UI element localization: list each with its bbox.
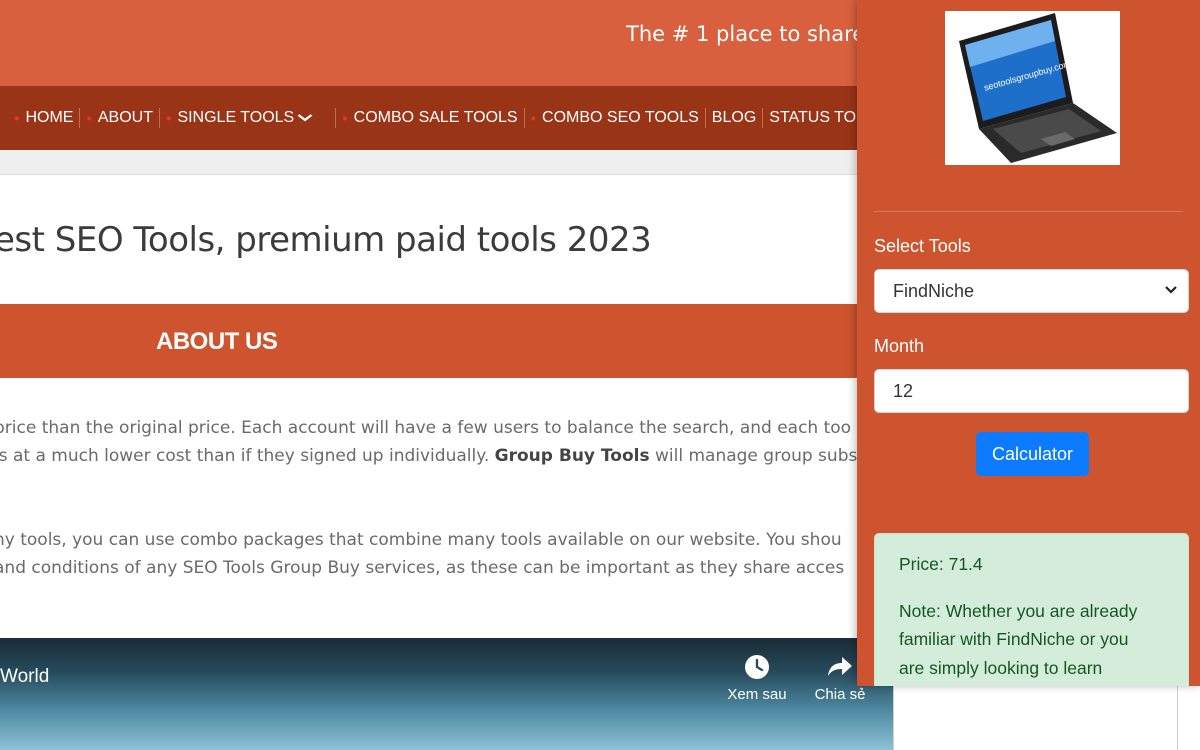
watch-later-button[interactable]: Xem sau [717, 654, 797, 703]
share-label: Chia sẻ [814, 686, 866, 703]
laptop-logo: seotoolsgroupbuy.com [945, 11, 1120, 165]
bullet-dot-icon: ● [166, 113, 172, 123]
popup-divider [874, 211, 1183, 212]
about-paragraph-2: ny tools, you can use combo packages tha… [0, 526, 844, 582]
bullet-dot-icon: ● [86, 113, 92, 123]
nav-item-home[interactable]: ● HOME [8, 108, 81, 128]
about-paragraph-1: price than the original price. Each acco… [0, 414, 857, 470]
video-title: World [0, 666, 50, 687]
nav-item-label: COMBO SALE TOOLS [353, 109, 518, 126]
nav-item-label: STATUS TO [769, 109, 857, 126]
nav-item-label: COMBO SEO TOOLS [542, 109, 699, 126]
extension-popup: seotoolsgroupbuy.com Select Tools FindNi… [857, 0, 1200, 686]
share-arrow-icon [828, 657, 852, 676]
selected-tool-value: FindNiche [893, 280, 975, 301]
price-result-box: Price: 71.4 Note: Whether you are alread… [874, 533, 1189, 686]
nav-item-label: ABOUT [97, 109, 153, 126]
note-line: Note: Whether you are already [899, 600, 1138, 621]
group-buy-tools-bold: Group Buy Tools [494, 446, 650, 466]
month-input[interactable]: 12 [874, 369, 1189, 413]
select-tools-label: Select Tools [874, 236, 971, 256]
nav-item-label: SINGLE TOOLS [177, 109, 295, 126]
bullet-dot-icon: ● [14, 113, 20, 123]
nav-item-single-tools[interactable]: ● SINGLE TOOLS [160, 108, 337, 128]
chevron-down-icon [1165, 286, 1177, 294]
nav-item-label: HOME [25, 109, 74, 126]
nav-item-blog[interactable]: BLOG [706, 108, 764, 128]
month-value: 12 [893, 380, 914, 401]
page-title: est SEO Tools, premium paid tools 2023 [0, 220, 652, 260]
embedded-video[interactable]: World Xem sau Chia sẻ [0, 638, 893, 750]
nav-list: ● HOME ● ABOUT ● SINGLE TOOLS ● COMBO SA… [8, 86, 862, 150]
month-label: Month [874, 336, 925, 356]
paragraph-line: price than the original price. Each acco… [0, 418, 852, 438]
chevron-down-icon [297, 114, 313, 122]
bullet-dot-icon: ● [342, 113, 348, 123]
nav-item-about[interactable]: ● ABOUT [80, 108, 160, 128]
nav-item-label: BLOG [711, 109, 757, 126]
watch-later-label: Xem sau [727, 686, 787, 703]
price-text: Price: 71.4 [899, 554, 983, 574]
paragraph-line: and conditions of any SEO Tools Group Bu… [0, 558, 845, 578]
note-line: are simply looking to learn [899, 657, 1103, 678]
paragraph-line: ls at a much lower cost than if they sig… [0, 446, 858, 466]
browser-page: The # 1 place to share SE ● HOME ● ABOUT… [0, 0, 1200, 750]
nav-item-status-tools[interactable]: STATUS TO [763, 108, 862, 128]
about-us-heading: ABOUT US [156, 328, 278, 355]
paragraph-line: ny tools, you can use combo packages tha… [0, 530, 842, 550]
sidebar-panel [893, 686, 1178, 750]
clock-icon [745, 655, 769, 679]
tool-select[interactable]: FindNiche [874, 269, 1189, 313]
laptop-image: seotoolsgroupbuy.com [959, 13, 1117, 163]
note-line: familiar with FindNiche or you [899, 629, 1129, 649]
nav-item-combo-sale-tools[interactable]: ● COMBO SALE TOOLS [336, 108, 525, 128]
nav-item-combo-seo-tools[interactable]: ● COMBO SEO TOOLS [525, 108, 706, 128]
bullet-dot-icon: ● [530, 113, 537, 123]
calculator-button[interactable]: Calculator [976, 432, 1089, 476]
